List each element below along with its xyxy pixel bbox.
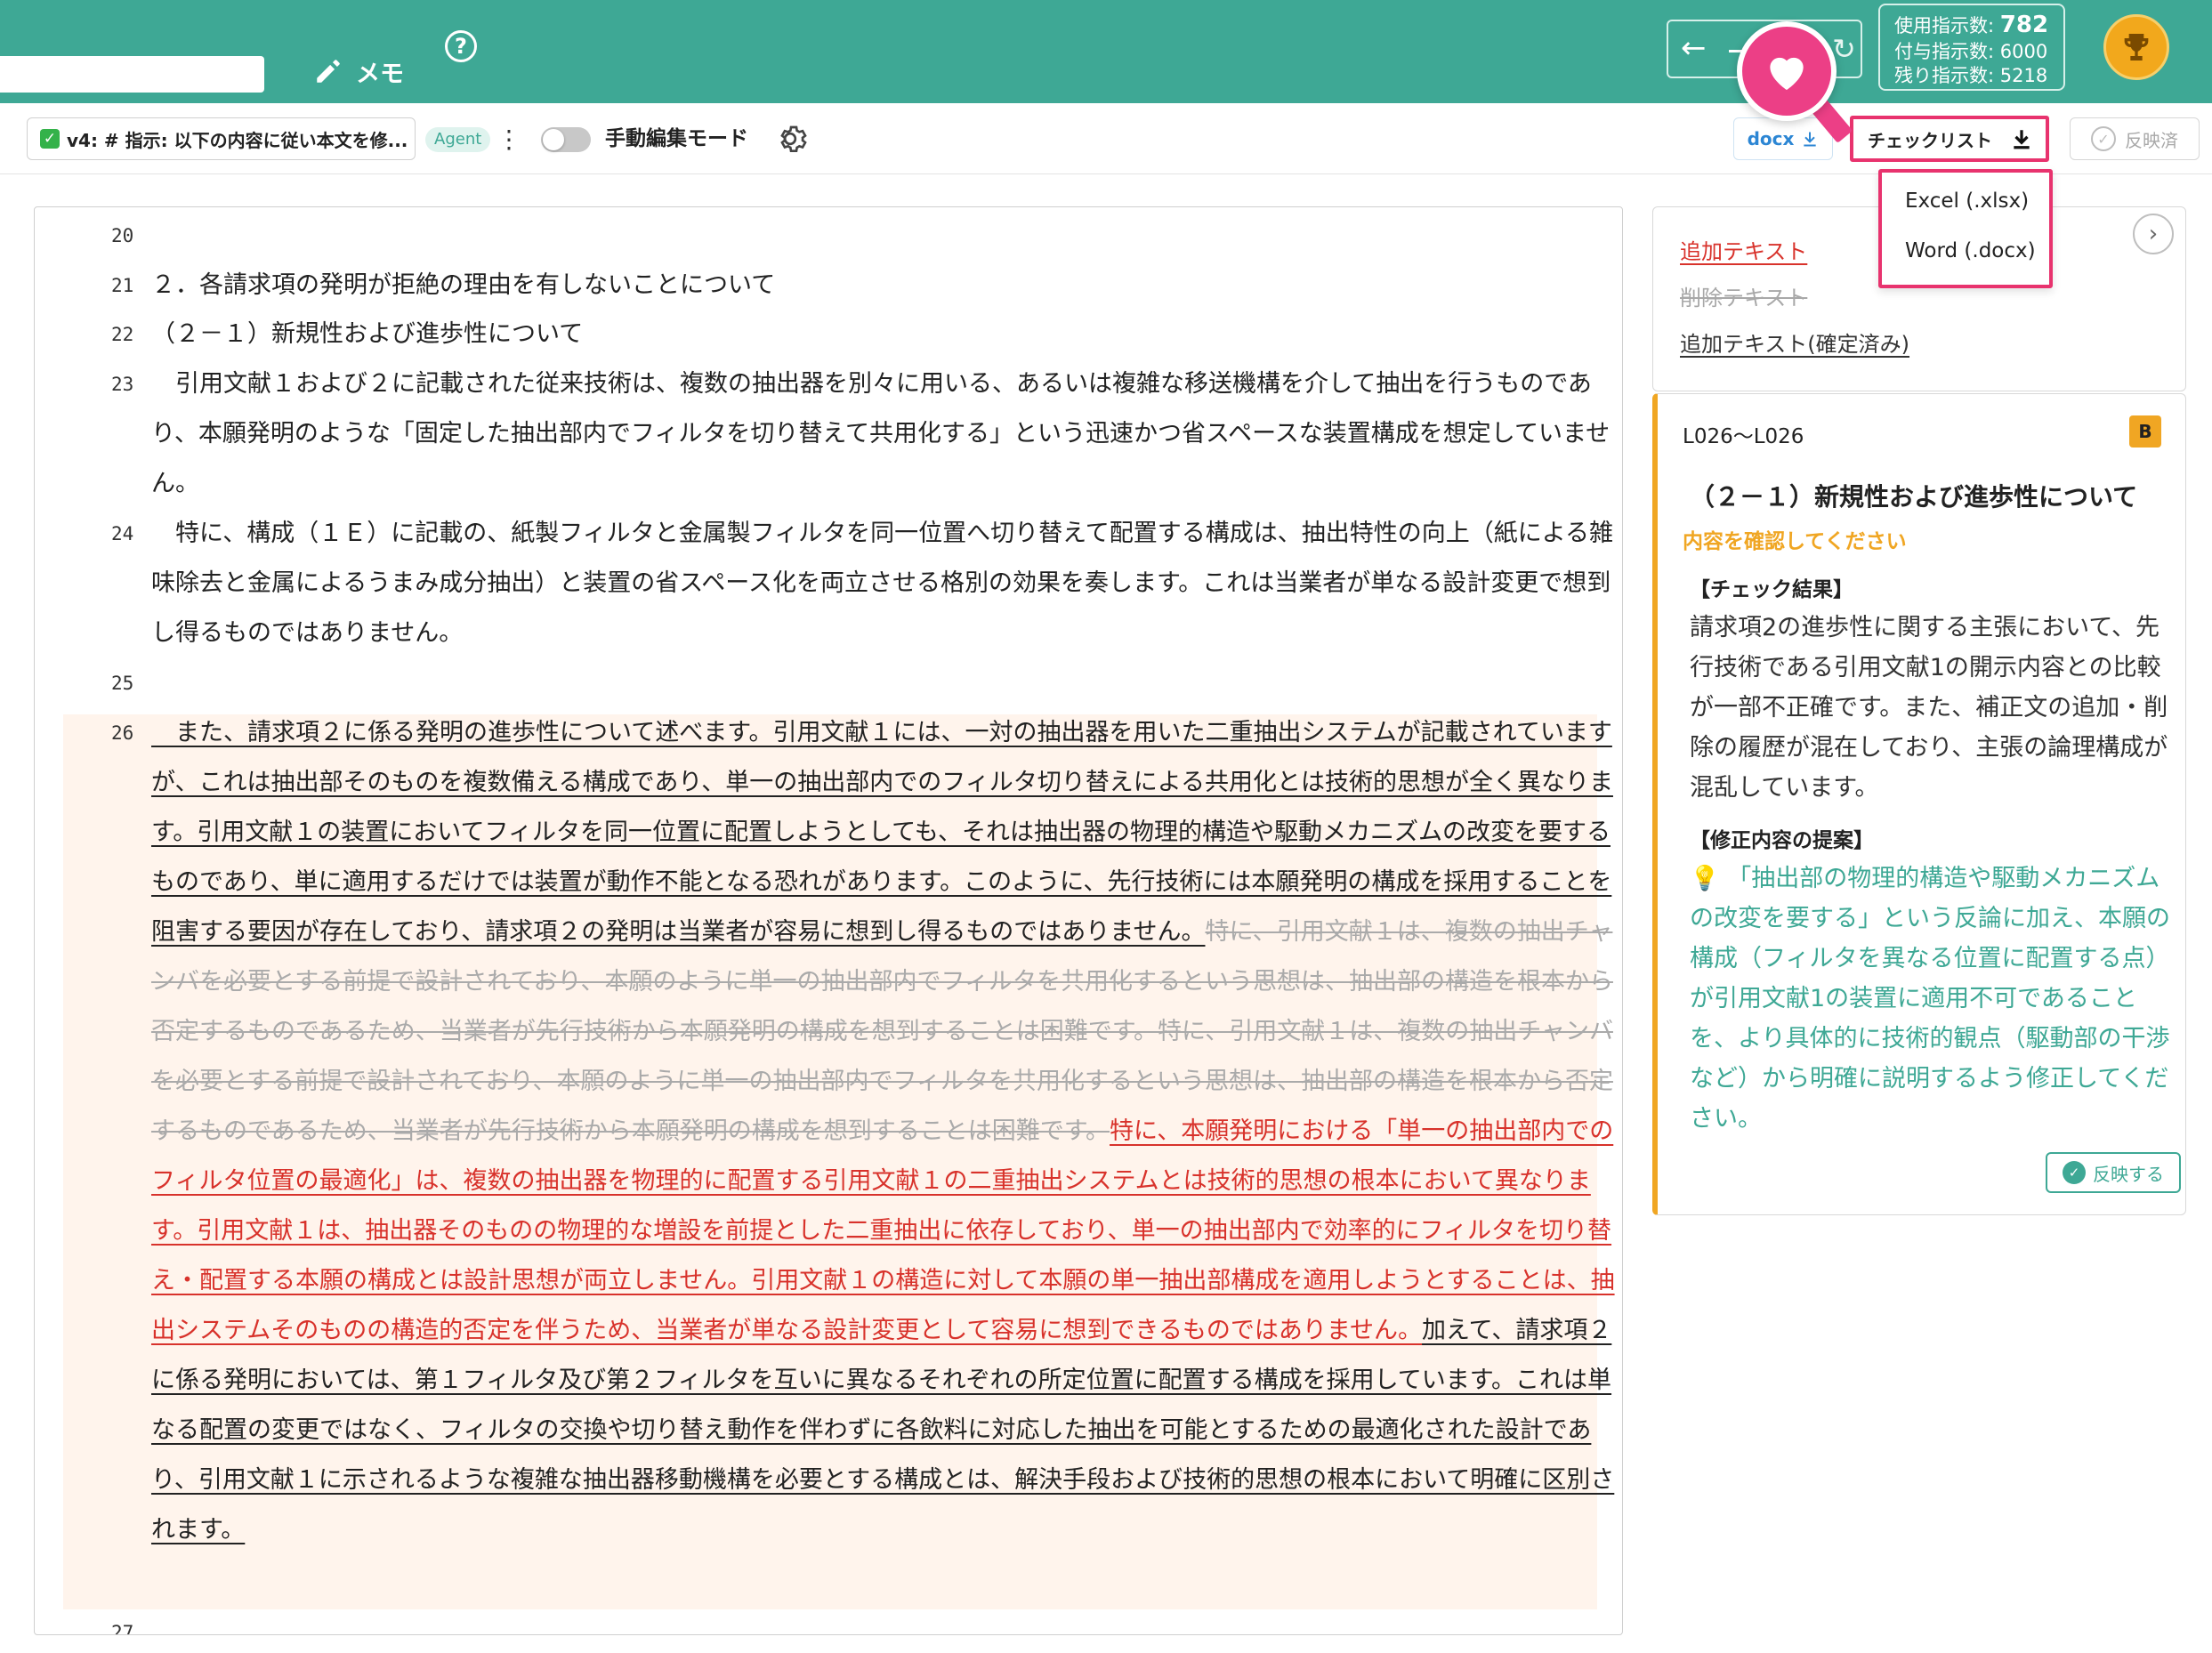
manual-edit-toggle[interactable] [541,127,591,152]
help-icon[interactable]: ? [445,30,477,62]
apply-label: 反映する [2093,1163,2164,1185]
trophy-icon [2124,34,2149,60]
suggestion-text: 「抽出部の物理的構造や駆動メカニズムの改変を要する」という反論に加え、本願の構成… [1690,865,2170,1133]
pencil-icon [317,60,340,83]
grade-badge: B [2129,415,2161,448]
app-root: メモ ? ← ↻ 使用指示数: 782 付与指示数: 6000 残り指示数: 5… [0,0,2212,1653]
redo-icon[interactable]: ↻ [1832,32,1856,66]
toggle-knob [543,129,564,150]
trophy-button[interactable] [2103,14,2169,80]
checklist-format-menu: Excel (.xlsx) Word (.docx) [1878,169,2053,288]
memo-label: メモ [356,60,404,88]
legend-deleted: 削除テキスト [1680,286,1808,310]
reflected-label: 反映済 [2125,129,2178,151]
granted-value: 6000 [1999,41,2048,62]
menu-item-excel[interactable]: Excel (.xlsx) [1882,183,2049,233]
more-vertical-icon[interactable]: ⋮ [496,125,521,155]
inserted-text: 加えて、請求項２に係る発明においては、第１フィルタ及び第２フィルタを互いに異なる… [151,1317,1615,1544]
check-result-card: L026〜L026 B （２－１）新規性および進歩性について 内容を確認してくだ… [1652,393,2186,1215]
line-text-tracked-changes[interactable]: また、請求項２に係る発明の進歩性について述べます。引用文献１には、一対の抽出器を… [151,708,1619,1555]
download-icon [2014,130,2030,149]
top-bar: メモ ? ← ↻ 使用指示数: 782 付与指示数: 6000 残り指示数: 5… [0,0,2212,103]
line-number: 24 [111,523,134,544]
used-label: 使用指示数: [1894,15,1995,36]
document-title-field[interactable] [0,56,264,93]
added-text: 特に、本願発明における「単一の抽出部内でのフィルタ位置の最適化」は、複数の抽出器… [151,1117,1615,1344]
docx-download-button[interactable]: docx [1733,117,1833,160]
menu-item-word[interactable]: Word (.docx) [1882,233,2049,283]
heart-icon [1770,57,1804,90]
check-circle-icon: ✓ [2091,126,2116,151]
line-number: 27 [111,1622,134,1635]
warning-text: 内容を確認してください [1683,530,1907,553]
download-icon [1804,132,1817,147]
version-label: v4: # 指示: 以下の内容に従い本文を修... [67,129,408,151]
reflected-button[interactable]: ✓ 反映済 [2070,117,2200,160]
check-circle-icon: ✓ [2063,1161,2086,1184]
checklist-label: チェックリスト [1868,129,1992,151]
manual-edit-label: 手動編集モード [605,127,748,150]
line-number: 25 [111,673,134,694]
inserted-text: また、請求項２に係る発明の進歩性について述べます。引用文献１には、一対の抽出器を… [151,719,1613,946]
memo-button[interactable]: メモ [313,52,404,91]
line-text[interactable]: ２．各請求項の発明が拒絶の理由を有しないことについて [151,261,1619,310]
gear-icon[interactable] [772,121,808,157]
line-number: 23 [111,374,134,395]
usage-counter: 使用指示数: 782 付与指示数: 6000 残り指示数: 5218 [1878,4,2065,91]
line-number: 20 [111,225,134,246]
remaining-value: 5218 [1999,65,2048,86]
docx-label: docx [1747,128,1795,149]
result-body: 請求項2の進歩性に関する主張において、先行技術である引用文献1の開示内容との比較… [1690,614,2168,802]
legend-added-confirmed: 追加テキスト(確定済み) [1680,332,1910,357]
legend-added: 追加テキスト [1680,239,1808,264]
suggestion-heading: 【修正内容の提案】 [1690,829,1874,852]
checklist-download-button[interactable]: チェックリスト [1850,116,2049,162]
line-number: 26 [111,722,134,744]
line-number: 22 [111,324,134,345]
checkmark-icon: ✓ [40,129,60,149]
remaining-label: 残り指示数: [1894,65,1995,86]
apply-button[interactable]: ✓ 反映する [2046,1152,2181,1193]
editor-toolbar: ✓ v4: # 指示: 以下の内容に従い本文を修... Agent ⋮ 手動編集… [0,103,2212,174]
arrow-left-icon[interactable]: ← [1681,30,1707,66]
check-title: （２－１）新規性および進歩性について [1690,482,2138,512]
granted-label: 付与指示数: [1894,41,1995,62]
line-text[interactable]: 引用文献１および２に記載された従来技術は、複数の抽出器を別々に用いる、あるいは複… [151,359,1619,509]
chevron-right-icon[interactable]: › [2133,214,2174,254]
lightbulb-icon: 💡 [1690,865,1728,892]
result-heading: 【チェック結果】 [1690,578,1853,601]
suggestion-body: 💡 「抽出部の物理的構造や駆動メカニズムの改変を要する」という反論に加え、本願の… [1690,859,2170,1139]
line-text[interactable]: 特に、構成（１Ｅ）に記載の、紙製フィルタと金属製フィルタを同一位置へ切り替えて配… [151,509,1619,658]
agent-badge: Agent [425,127,491,152]
line-range: L026〜L026 [1683,425,1804,448]
used-value: 782 [1999,12,2049,38]
document-editor[interactable]: 20 21 ２．各請求項の発明が拒絶の理由を有しないことについて 22 （２－１… [34,206,1623,1635]
deleted-text: 特に、引用文献１は、複数の抽出チャンバを必要とする前提で設計されており、本願のよ… [151,918,1613,1145]
heart-callout [1737,21,1837,121]
line-number: 21 [111,275,134,296]
line-text[interactable]: （２－１）新規性および進歩性について [151,310,1619,359]
version-selector[interactable]: ✓ v4: # 指示: 以下の内容に従い本文を修... [27,117,416,160]
